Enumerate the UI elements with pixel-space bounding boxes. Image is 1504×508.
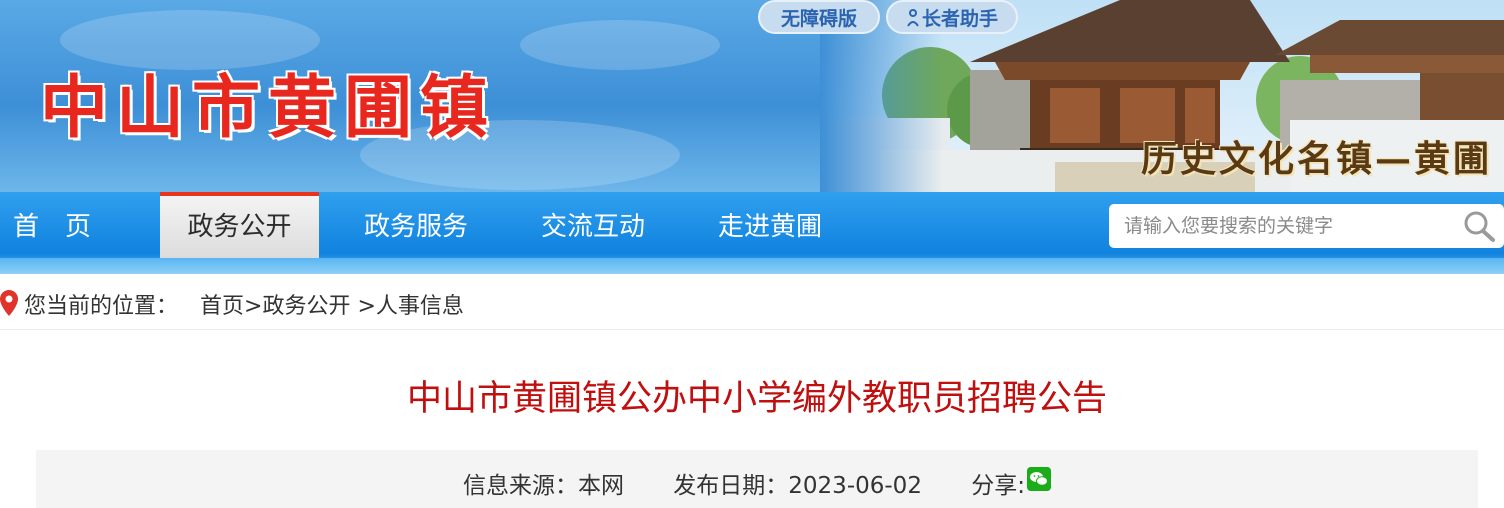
banner-slogan: 历史文化名镇—黄圃: [1140, 138, 1492, 180]
breadcrumb: 您当前的位置： 首页>政务公开 >人事信息: [0, 286, 1504, 322]
site-title: 中山市黄圃镇: [40, 69, 497, 148]
nav-item-gov-services[interactable]: 政务服务: [350, 192, 482, 258]
info-source: 信息来源：本网: [462, 473, 624, 499]
breadcrumb-links: 首页>政务公开 >人事信息: [200, 288, 464, 320]
nav-bottom-strip: [0, 258, 1504, 274]
accessibility-mode-button[interactable]: 无障碍版: [758, 0, 880, 34]
elder-assistant-button[interactable]: 长者助手: [886, 0, 1018, 34]
search-box: [1109, 204, 1504, 248]
article-meta-bar: 信息来源：本网 发布日期：2023-06-02 分享:: [36, 450, 1478, 508]
publish-date: 发布日期：2023-06-02: [673, 473, 922, 499]
main-nav: 首 页 政务公开 政务服务 交流互动 走进黄圃: [0, 192, 1504, 274]
elder-person-icon: [907, 9, 919, 27]
share-group: 分享:: [971, 467, 1052, 499]
elder-assistant-label: 长者助手: [921, 8, 998, 30]
nav-item-gov-affairs[interactable]: 政务公开: [160, 192, 319, 258]
nav-item-about-huangpu[interactable]: 走进黄圃: [704, 192, 836, 258]
header-banner: 中山市黄圃镇 历史文化名镇—黄圃 无障碍版 长者助手: [0, 0, 1504, 192]
wechat-icon[interactable]: [1027, 467, 1052, 491]
nav-item-interaction[interactable]: 交流互动: [527, 192, 659, 258]
breadcrumb-separator: >: [244, 294, 263, 319]
nav-item-home[interactable]: 首 页: [0, 192, 104, 258]
search-icon[interactable]: [1462, 210, 1496, 242]
breadcrumb-section-link[interactable]: 政务公开: [262, 294, 350, 319]
breadcrumb-prefix: 您当前的位置：: [24, 294, 179, 319]
cloud-decoration: [520, 20, 720, 70]
location-pin-icon: [0, 290, 18, 316]
article-title: 中山市黄圃镇公办中小学编外教职员招聘公告: [406, 379, 1107, 419]
share-label: 分享:: [971, 473, 1026, 499]
divider: [0, 329, 1504, 330]
search-input[interactable]: [1109, 204, 1449, 248]
breadcrumb-current-link[interactable]: 人事信息: [376, 294, 464, 319]
breadcrumb-separator: >: [350, 294, 376, 319]
breadcrumb-home-link[interactable]: 首页: [200, 294, 244, 319]
article-meta-line: 信息来源：本网 发布日期：2023-06-02 分享:: [36, 466, 1478, 500]
